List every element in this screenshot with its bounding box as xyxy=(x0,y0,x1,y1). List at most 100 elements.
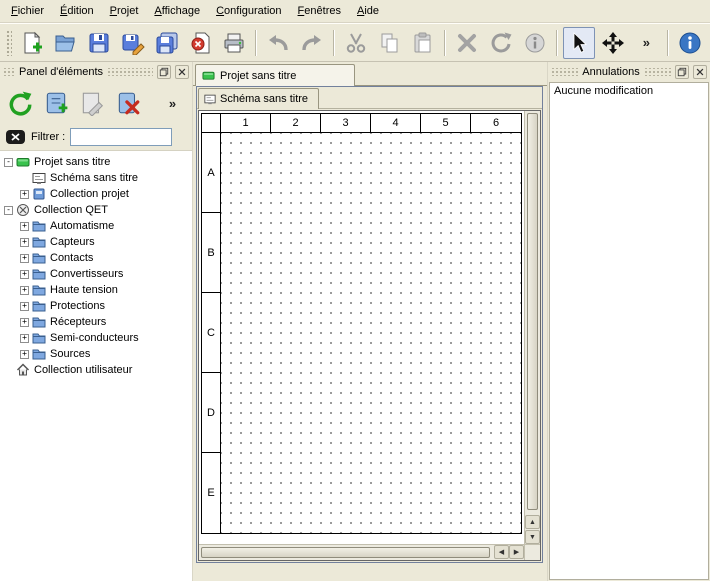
undo-icon xyxy=(266,31,290,55)
expand-plus-icon[interactable]: + xyxy=(20,334,29,343)
panel-overflow-label: » xyxy=(169,96,176,111)
column-header-6: 6 xyxy=(471,114,521,132)
vertical-scrollbar-thumb[interactable] xyxy=(527,113,538,510)
expand-plus-icon[interactable]: + xyxy=(20,318,29,327)
expand-plus-icon[interactable]: + xyxy=(20,254,29,263)
collapse-minus-icon[interactable]: - xyxy=(4,158,13,167)
tree-item-automatisme[interactable]: +Automatisme xyxy=(0,218,192,234)
diagram-view[interactable]: 123456 ABCDE ▲ ▼ ◀ ▶ xyxy=(198,110,541,561)
dock-float-button[interactable] xyxy=(157,65,171,79)
scroll-down-button[interactable]: ▼ xyxy=(525,530,540,544)
about-button[interactable] xyxy=(674,27,706,59)
rotate-button xyxy=(485,27,517,59)
elements-panel-title: Panel d'éléments xyxy=(19,66,103,78)
horizontal-scrollbar[interactable]: ◀ ▶ xyxy=(199,544,524,560)
menu-affichage[interactable]: Affichage xyxy=(146,2,208,20)
tree-item-capteurs[interactable]: +Capteurs xyxy=(0,234,192,250)
new-document-button[interactable] xyxy=(16,27,48,59)
toolbar-separator xyxy=(444,30,446,56)
dock-float-button[interactable] xyxy=(675,65,689,79)
save-as-icon xyxy=(121,31,145,55)
menu-projet[interactable]: Projet xyxy=(102,2,147,20)
expand-plus-icon[interactable]: + xyxy=(20,238,29,247)
tree-indent xyxy=(0,258,16,259)
undo-panel-titlebar[interactable]: Annulations xyxy=(548,62,710,82)
open-document-button[interactable] xyxy=(49,27,81,59)
tree-item-semi-conducteurs[interactable]: +Semi-conducteurs xyxy=(0,330,192,346)
copy-button xyxy=(374,27,406,59)
new-document-icon xyxy=(20,31,44,55)
save-as-button[interactable] xyxy=(117,27,149,59)
dock-close-button[interactable] xyxy=(693,65,707,79)
tree-item-sources[interactable]: +Sources xyxy=(0,346,192,362)
tree-item-schema-sans-titre[interactable]: Schéma sans titre xyxy=(0,170,192,186)
tree-item-contacts[interactable]: + Contacts xyxy=(0,250,192,266)
toolbar-overflow-label: » xyxy=(643,35,650,50)
row-header-b: B xyxy=(202,213,220,293)
select-tool-button[interactable] xyxy=(563,27,595,59)
tree-item-protections[interactable]: +Protections xyxy=(0,298,192,314)
menu-configuration[interactable]: Configuration xyxy=(208,2,289,20)
expand-plus-icon[interactable]: + xyxy=(20,222,29,231)
elements-panel-titlebar[interactable]: Panel d'éléments xyxy=(0,62,192,82)
expand-plus-icon[interactable]: + xyxy=(20,190,29,199)
collapse-minus-icon[interactable]: - xyxy=(4,206,13,215)
tab-schema-sans-titre[interactable]: Schéma sans titre xyxy=(198,88,319,109)
tree-item-collection-projet[interactable]: +Collection projet xyxy=(0,186,192,202)
save-all-button[interactable] xyxy=(151,27,183,59)
qet-icon xyxy=(16,203,30,217)
tab-projet-sans-titre[interactable]: Projet sans titre xyxy=(195,64,355,86)
vertical-scrollbar[interactable]: ▲ ▼ xyxy=(524,111,540,544)
tree-item-label: Contacts xyxy=(50,252,93,264)
delete-element-button[interactable] xyxy=(114,88,141,118)
project-subwindow: Schéma sans titre 123456 ABCDE ▲ ▼ ◀ xyxy=(196,86,543,563)
filter-label: Filtrer : xyxy=(31,131,65,143)
home-icon xyxy=(16,363,30,377)
expand-plus-icon[interactable]: + xyxy=(20,270,29,279)
scroll-right-button[interactable]: ▶ xyxy=(509,545,524,559)
diagram-grid[interactable] xyxy=(220,132,522,534)
reload-collections-button[interactable] xyxy=(6,88,33,118)
filter-input[interactable] xyxy=(70,128,172,146)
float-icon xyxy=(677,67,687,77)
expand-plus-icon[interactable]: + xyxy=(20,286,29,295)
tree-item-convertisseurs[interactable]: + Convertisseurs xyxy=(0,266,192,282)
save-button[interactable] xyxy=(83,27,115,59)
column-header-3: 3 xyxy=(321,114,371,132)
print-button[interactable] xyxy=(218,27,250,59)
dock-handle xyxy=(551,68,578,76)
undo-history-list[interactable]: Aucune modification xyxy=(549,82,709,580)
new-element-button[interactable] xyxy=(42,88,69,118)
close-file-button[interactable] xyxy=(185,27,217,59)
expand-plus-icon[interactable]: + xyxy=(20,350,29,359)
toolbar-separator xyxy=(556,30,558,56)
elements-tree: -Projet sans titreSchéma sans titre+Coll… xyxy=(0,150,192,581)
tree-item-collection-utilisateur[interactable]: Collection utilisateur xyxy=(0,362,192,378)
tree-item-collection-qet[interactable]: -Collection QET xyxy=(0,202,192,218)
scroll-up-button[interactable]: ▲ xyxy=(525,515,540,529)
panel-overflow-button[interactable]: » xyxy=(159,88,186,118)
folder-icon xyxy=(32,347,46,361)
tree-item-projet-sans-titre[interactable]: -Projet sans titre xyxy=(0,154,192,170)
tree-indent xyxy=(0,322,16,323)
tree-item-label: Convertisseurs xyxy=(50,268,123,280)
column-header-5: 5 xyxy=(421,114,471,132)
menu-fenetres[interactable]: Fenêtres xyxy=(290,2,349,20)
toolbar-overflow-button[interactable]: » xyxy=(630,27,662,59)
tree-item-haute-tension[interactable]: +Haute tension xyxy=(0,282,192,298)
dock-close-button[interactable] xyxy=(175,65,189,79)
scroll-left-button[interactable]: ◀ xyxy=(494,545,509,559)
qelectrotech-window: FichierÉditionProjetAffichageConfigurati… xyxy=(0,0,710,581)
horizontal-scrollbar-thumb[interactable] xyxy=(201,547,490,558)
menu-aide[interactable]: Aide xyxy=(349,2,387,20)
expand-plus-icon[interactable]: + xyxy=(20,302,29,311)
menu-edition[interactable]: Édition xyxy=(52,2,102,20)
toolbar-gripper[interactable] xyxy=(6,30,12,56)
pan-tool-button[interactable] xyxy=(597,27,629,59)
select-arrow-icon xyxy=(567,31,591,55)
menu-fichier[interactable]: Fichier xyxy=(3,2,52,20)
undo-panel-dock: Annulations Aucune modification xyxy=(547,62,710,581)
tree-item-recepteurs[interactable]: +Récepteurs xyxy=(0,314,192,330)
clear-filter-button[interactable] xyxy=(5,128,26,146)
filter-row: Filtrer : xyxy=(0,124,192,150)
